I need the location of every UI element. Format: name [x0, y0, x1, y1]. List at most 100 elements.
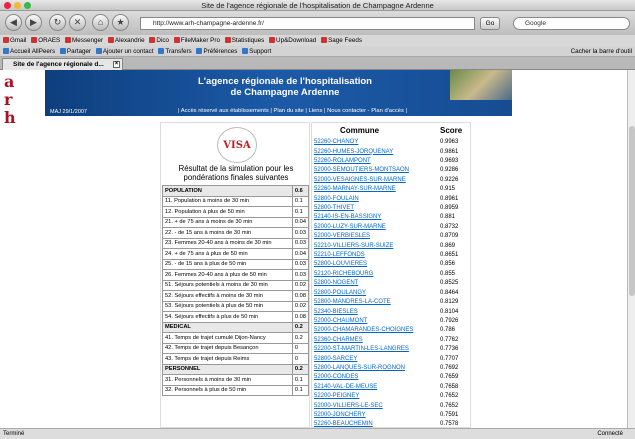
commune-link[interactable]: 52340-BIESLES — [313, 307, 439, 316]
commune-link[interactable]: 52800-THIVET — [313, 204, 439, 213]
vertical-scrollbar[interactable] — [627, 70, 635, 428]
commune-score: 0.7736 — [440, 346, 459, 353]
commune-link[interactable]: 52800-LANQUES-SUR-ROGNON — [313, 364, 439, 373]
commune-score: 0.856 — [440, 261, 456, 268]
commune-link[interactable]: 52800-POULANGY — [313, 289, 439, 298]
commune-score: 0.881 — [440, 214, 456, 221]
result-row: 52140-VAL-DE-MEUSE 0.7658 — [313, 383, 469, 392]
addon-item[interactable]: Partager — [59, 46, 91, 57]
commune-link[interactable]: 52140-VAL-DE-MEUSE — [313, 383, 439, 392]
bookmark-item[interactable]: ORAES — [31, 35, 60, 46]
result-row: 52800-LOUVIERES 0.856 — [313, 260, 469, 269]
bookmark-item[interactable]: Messenger — [65, 35, 103, 46]
commune-link[interactable]: 52000-LUZY-SUR-MARNE — [313, 223, 439, 232]
bookmark-icon[interactable]: ★ — [112, 14, 129, 31]
commune-link[interactable]: 52800-MANDRES-LA-COTE — [313, 298, 439, 307]
commune-link[interactable]: 52800-SARCEY — [313, 354, 439, 363]
result-row: 52800-SARCEY 0.7707 — [313, 354, 469, 363]
commune-link[interactable]: 52120-RICHEBOURG — [313, 270, 439, 279]
result-row: 52210-VILLIERS-SUR-SUIZE 0.869 — [313, 241, 469, 250]
results-title: Résultat de la simulation pour les pondé… — [178, 164, 294, 182]
addon-item[interactable]: Support — [242, 46, 271, 57]
commune-link[interactable]: 52260-MARNAY-SUR-MARNE — [313, 185, 439, 194]
result-row: 52800-MANDRES-LA-COTE 0.8129 — [313, 298, 469, 307]
commune-link[interactable]: 52360-CHARMES — [313, 336, 439, 345]
home-button[interactable]: ⌂ — [92, 14, 109, 31]
criterion-label: 32. Personnels à plus de 50 min — [162, 384, 293, 396]
forward-button[interactable]: ▶ — [25, 14, 42, 31]
minimize-window-icon[interactable] — [14, 2, 21, 9]
commune-link[interactable]: 52260-ROLAMPONT — [313, 157, 439, 166]
back-button[interactable]: ◀ — [5, 14, 22, 31]
result-row: 52000-VILLIERS-LE-SEC 0.7652 — [313, 401, 469, 410]
bookmark-item[interactable]: Dico — [149, 35, 169, 46]
result-row: 52200-PEIGNEY 0.7652 — [313, 392, 469, 401]
commune-link[interactable]: 52260-CHANOY — [313, 138, 439, 147]
addon-item[interactable]: Accueil AllPeers — [3, 46, 55, 57]
commune-link[interactable]: 52000-VESAIGNES-SUR-MARNE — [313, 176, 439, 185]
commune-link[interactable]: 52210-VILLIERS-SUR-SUIZE — [313, 241, 439, 250]
commune-link[interactable]: 52200-PEIGNEY — [313, 392, 439, 401]
address-bar[interactable]: http://www.arh-champagne-ardenne.fr/ — [140, 17, 475, 30]
bookmark-item[interactable]: Statistiques — [224, 35, 264, 46]
stop-button[interactable]: ✕ — [69, 14, 86, 31]
criterion-weight: 0.6 — [291, 185, 310, 197]
bookmark-favicon-icon — [269, 37, 276, 43]
zoom-window-icon[interactable] — [24, 2, 31, 9]
commune-link[interactable]: 52140-IS-EN-BASSIGNY — [313, 213, 439, 222]
search-input[interactable]: Google — [513, 17, 630, 30]
commune-score: 0.786 — [440, 327, 456, 334]
weights-row: 42. Temps de trajet depuis Besançon 0 — [162, 342, 310, 354]
tab-arh[interactable]: Site de l'agence régionale d... × — [2, 58, 123, 70]
commune-score: 0.8959 — [440, 205, 459, 212]
bookmark-item[interactable]: Sage Feeds — [321, 35, 362, 46]
commune-link[interactable]: 52000-VILLIERS-LE-SEC — [313, 401, 439, 410]
bookmark-item[interactable]: Up&Download — [269, 35, 316, 46]
reload-button[interactable]: ↻ — [49, 14, 66, 31]
result-row: 52140-IS-EN-BASSIGNY 0.881 — [313, 213, 469, 222]
bookmark-item[interactable]: Alexandrie — [107, 35, 145, 46]
commune-link[interactable]: 52000-CHAMARANDES-CHOIGNES — [313, 326, 439, 335]
addon-item[interactable]: Préférences — [196, 46, 237, 57]
go-button[interactable]: Go — [480, 17, 500, 30]
commune-link[interactable]: 52200-ST-MARTIN-LES-LANGRES — [313, 345, 439, 354]
result-row: 52210-LEFFONDS 0.8651 — [313, 251, 469, 260]
commune-link[interactable]: 52260-BEAUCHEMIN — [313, 420, 439, 428]
banner-links[interactable]: | Accès réservé aux établissements | Pla… — [178, 108, 407, 114]
weights-category-row: PERSONNEL 0.2 — [162, 363, 310, 375]
commune-link[interactable]: 52000-JONCHERY — [313, 411, 439, 420]
commune-score: 0.9963 — [440, 139, 459, 146]
close-window-icon[interactable] — [4, 2, 11, 9]
result-row: 52200-ST-MARTIN-LES-LANGRES 0.7736 — [313, 345, 469, 354]
result-row: 52000-CONDES 0.7659 — [313, 373, 469, 382]
close-tab-icon[interactable]: × — [113, 61, 120, 68]
criterion-weight: 0.03 — [291, 258, 310, 270]
commune-link[interactable]: 52000-VERBIESLES — [313, 232, 439, 241]
addon-favicon-icon — [158, 48, 165, 54]
commune-link[interactable]: 52000-SEMOUTIERS-MONTSAON — [313, 166, 439, 175]
commune-score: 0.8129 — [440, 299, 459, 306]
commune-link[interactable]: 52000-CONDES — [313, 373, 439, 382]
hide-toolbar-link[interactable]: Cacher la barre d'outil — [571, 46, 632, 57]
addon-item[interactable]: Ajouter un contact — [95, 46, 154, 57]
commune-link[interactable]: 52800-LOUVIERES — [313, 260, 439, 269]
update-date: MAJ 29/1/2007 — [50, 109, 87, 115]
bookmark-item[interactable]: FileMaker Pro — [173, 35, 220, 46]
commune-link[interactable]: 52800-FOULAIN — [313, 194, 439, 203]
commune-link[interactable]: 52260-HUMES-JORQUENAY — [313, 147, 439, 156]
scrollbar-thumb[interactable] — [629, 126, 635, 296]
commune-header: Commune — [340, 126, 380, 135]
criterion-label: 54. Séjours effectifs à plus de 50 min — [162, 311, 293, 323]
commune-link[interactable]: 52000-CHAUMONT — [313, 317, 439, 326]
commune-link[interactable]: 52210-LEFFONDS — [313, 251, 439, 260]
result-row: 52000-CHAUMONT 0.7926 — [313, 317, 469, 326]
result-row: 52800-THIVET 0.8959 — [313, 204, 469, 213]
result-row: 52000-SEMOUTIERS-MONTSAON 0.9286 — [313, 166, 469, 175]
bookmark-item[interactable]: Gmail — [3, 35, 26, 46]
commune-link[interactable]: 52800-NOGENT — [313, 279, 439, 288]
addon-favicon-icon — [95, 48, 102, 54]
addon-item[interactable]: Transfers — [158, 46, 192, 57]
results-panel: Commune Score 52260-CHANOY 0.9963 52260-HU… — [311, 122, 471, 428]
weights-row: 25. - de 15 ans à plus de 50 min 0.03 — [162, 258, 310, 270]
criterion-label: 24. + de 75 ans à plus de 50 min — [162, 248, 293, 260]
